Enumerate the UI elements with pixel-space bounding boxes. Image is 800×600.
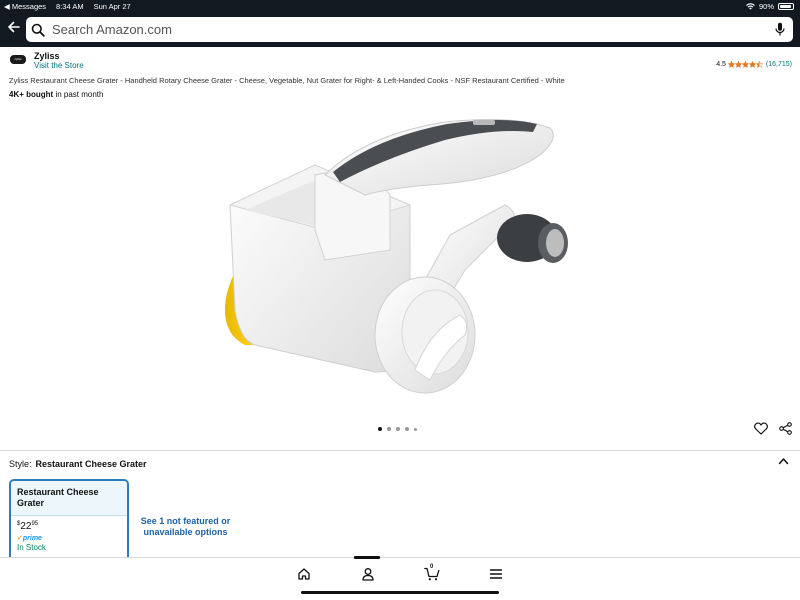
- microphone-icon[interactable]: [775, 22, 785, 37]
- search-icon: [31, 23, 45, 37]
- style-label: Style:: [9, 459, 32, 469]
- star-icon: [741, 61, 749, 68]
- menu-icon[interactable]: [489, 567, 503, 581]
- prime-badge: ✓prime: [11, 532, 127, 542]
- heart-icon[interactable]: [754, 422, 768, 435]
- rating-count[interactable]: (16,715): [766, 61, 792, 68]
- home-icon[interactable]: [297, 567, 311, 581]
- rating-value: 4.5: [716, 61, 726, 68]
- style-option-card[interactable]: Restaurant Cheese Grater $2295 ✓prime In…: [9, 479, 129, 569]
- status-bar: ◀ Messages 8:34 AM Sun Apr 27 90%: [0, 0, 800, 13]
- product-title: Zyliss Restaurant Cheese Grater - Handhe…: [9, 76, 565, 85]
- star-icon: [748, 61, 756, 68]
- style-value: Restaurant Cheese Grater: [35, 459, 147, 469]
- brand-name: Zyliss: [34, 51, 60, 61]
- style-option-name: Restaurant Cheese Grater: [11, 481, 127, 516]
- star-icon: [755, 61, 763, 68]
- prime-label: prime: [22, 535, 42, 542]
- carousel-dot[interactable]: [396, 427, 400, 431]
- cart-count: 0: [430, 564, 434, 570]
- chevron-up-icon[interactable]: [778, 457, 789, 465]
- search-input[interactable]: [52, 22, 752, 37]
- brand-logo[interactable]: zyliss: [10, 55, 26, 64]
- back-to-messages[interactable]: ◀ Messages: [4, 2, 46, 11]
- carousel-dot[interactable]: [414, 427, 417, 431]
- carousel-dot[interactable]: [378, 427, 382, 431]
- back-arrow-icon[interactable]: [7, 20, 21, 34]
- carousel-dot[interactable]: [387, 427, 391, 431]
- status-date: Sun Apr 27: [93, 2, 131, 11]
- active-tab-indicator: [354, 556, 380, 559]
- carousel-dot[interactable]: [405, 427, 409, 431]
- header: ◀ Messages 8:34 AM Sun Apr 27 90%: [0, 0, 800, 47]
- stock-status: In Stock: [17, 543, 46, 552]
- rating-stars: [727, 61, 763, 68]
- product-image[interactable]: [215, 110, 585, 415]
- star-icon: [727, 61, 735, 68]
- wifi-icon: [746, 3, 755, 10]
- style-selector-heading: Style: Restaurant Cheese Grater: [9, 459, 147, 469]
- style-option-price: $2295: [11, 516, 127, 532]
- status-time: 8:34 AM: [56, 2, 84, 11]
- account-icon[interactable]: [361, 567, 375, 581]
- home-indicator: [301, 591, 499, 594]
- battery-percent: 90%: [758, 2, 774, 11]
- price-fraction: 95: [31, 521, 39, 527]
- image-carousel-dots[interactable]: [378, 427, 417, 431]
- purchase-count: 4K+ bought in past month: [9, 90, 103, 99]
- purchase-count-bold: 4K+ bought: [9, 90, 54, 99]
- battery-icon: [778, 3, 794, 10]
- star-icon: [734, 61, 742, 68]
- search-bar[interactable]: [26, 17, 793, 42]
- price-whole: 22: [20, 521, 32, 532]
- visit-store-link[interactable]: Visit the Store: [34, 61, 84, 70]
- section-divider: [0, 450, 800, 451]
- share-icon[interactable]: [779, 422, 792, 435]
- rating-summary[interactable]: 4.5 (16,715): [716, 61, 792, 68]
- see-more-options-link[interactable]: See 1 not featured or unavailable option…: [138, 516, 233, 538]
- purchase-count-rest: in past month: [53, 90, 104, 99]
